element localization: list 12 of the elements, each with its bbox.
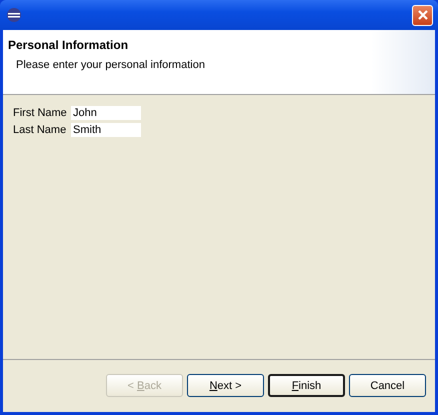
dialog-button[interactable]: Finish — [268, 374, 345, 397]
field-label: Last Name — [13, 124, 68, 136]
close-button[interactable] — [412, 4, 433, 26]
page-message: Please enter your personal information — [16, 59, 206, 71]
dialog-button[interactable]: Next > — [187, 374, 264, 397]
input-field[interactable]: Smith — [71, 123, 141, 137]
app-icon — [6, 7, 22, 23]
close-icon — [416, 9, 428, 21]
page-title: Personal Information — [8, 38, 130, 52]
field-label: First Name — [13, 107, 68, 119]
dialog-button[interactable]: Cancel — [349, 374, 426, 397]
input-field[interactable]: John — [71, 106, 141, 120]
